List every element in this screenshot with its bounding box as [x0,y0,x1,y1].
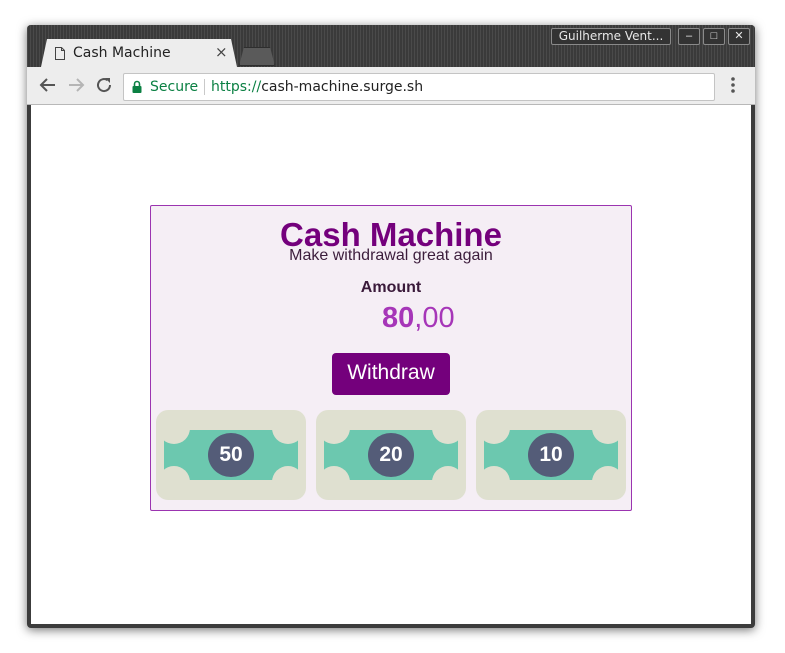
browser-window: Cash Machine × Guilherme Vent... – □ ✕ S… [27,25,755,628]
amount-decimal: ,00 [414,302,455,334]
note-value-badge: 10 [528,433,574,477]
minimize-icon[interactable]: – [678,28,700,45]
url-scheme: https:// [211,79,262,95]
url-host: cash-machine.surge.sh [261,79,424,95]
url-text: https://cash-machine.surge.sh [211,79,423,95]
cash-machine-card: Cash Machine Make withdrawal great again… [150,205,632,511]
note-10-button[interactable]: 10 [476,410,626,500]
note-value-badge: 20 [368,433,414,477]
page-subtitle: Make withdrawal great again [289,247,493,264]
back-arrow-icon[interactable] [39,76,57,94]
amount-label: Amount [360,279,422,296]
note-20-button[interactable]: 20 [316,410,466,500]
note-value-badge: 50 [208,433,254,477]
page-icon [55,47,65,60]
omnibox-divider [204,79,205,95]
tab-title: Cash Machine [73,45,171,61]
browser-toolbar: Secure https://cash-machine.surge.sh [27,67,755,105]
profile-button[interactable]: Guilherme Vent... [551,28,671,45]
menu-dots-icon[interactable] [726,76,740,94]
maximize-icon[interactable]: □ [703,28,725,45]
note-50-button[interactable]: 50 [156,410,306,500]
page-viewport: Cash Machine Make withdrawal great again… [31,105,751,624]
lock-icon [132,80,142,93]
tab-close-icon[interactable]: × [215,43,228,61]
new-tab-button[interactable] [239,47,275,66]
forward-arrow-icon[interactable] [67,76,85,94]
withdraw-button[interactable]: Withdraw [332,353,450,395]
browser-tab[interactable]: Cash Machine × [41,39,237,67]
reload-icon[interactable] [95,76,113,94]
title-bar: Cash Machine × Guilherme Vent... – □ ✕ [27,25,755,67]
address-bar[interactable]: Secure https://cash-machine.surge.sh [123,73,715,101]
amount-input[interactable]: 80,00 [382,302,455,335]
close-window-icon[interactable]: ✕ [728,28,750,45]
amount-whole: 80 [382,302,415,334]
secure-label: Secure [150,79,199,95]
